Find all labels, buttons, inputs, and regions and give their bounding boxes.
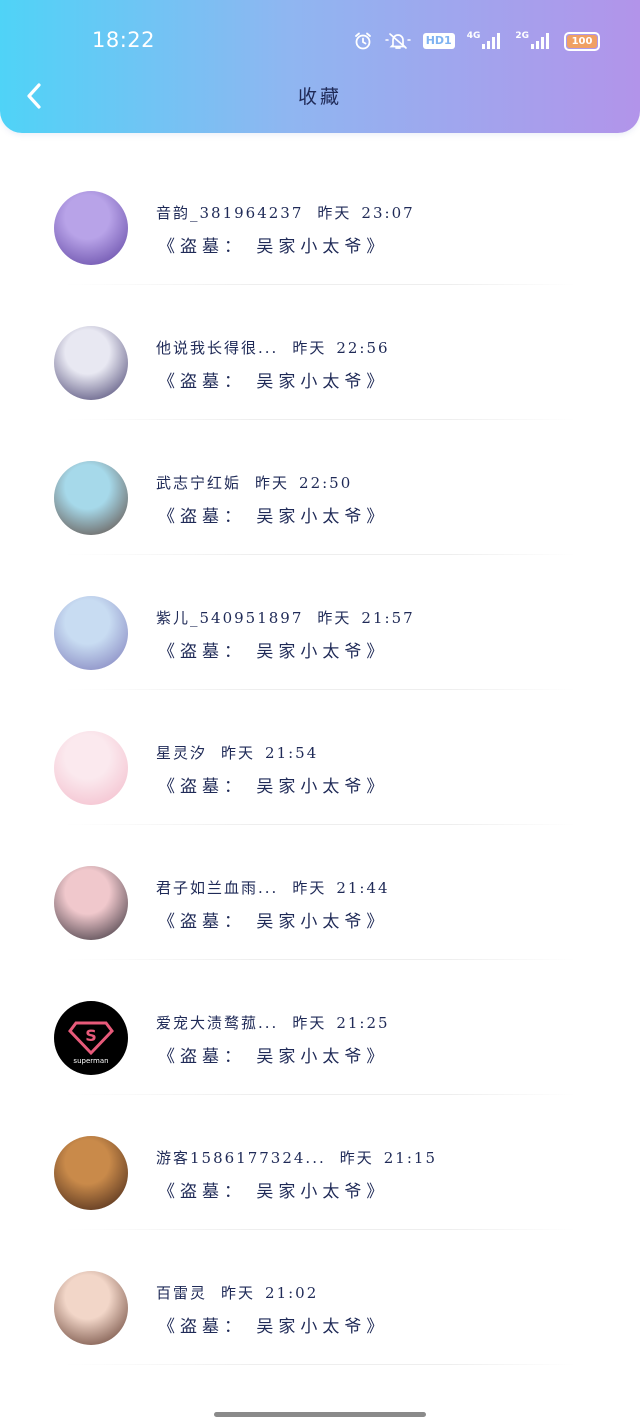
user-name: 君子如兰血雨... <box>156 879 279 897</box>
timestamp-time: 21:44 <box>336 879 390 897</box>
item-meta: 星灵汐 昨天 21:54 <box>156 742 318 763</box>
timestamp-date: 昨天 <box>292 339 327 357</box>
book-title: 《盗墓： 吴家小太爷》 <box>158 642 389 662</box>
item-meta: 游客1586177324... 昨天 21:15 <box>156 1147 437 1168</box>
avatar[interactable] <box>54 1136 128 1210</box>
user-name: 音韵_381964237 <box>156 204 304 222</box>
status-time: 18:22 <box>92 28 156 52</box>
timestamp: 昨天 21:25 <box>292 1012 389 1033</box>
favorites-list: 音韵_381964237 昨天 23:07 《盗墓： 吴家小太爷》 他说我长得很... 昨… <box>0 150 640 1365</box>
divider <box>0 1364 640 1365</box>
list-item[interactable]: 百雷灵 昨天 21:02 《盗墓： 吴家小太爷》 <box>0 1230 640 1365</box>
alarm-icon <box>353 31 373 51</box>
favorites-page: 18:22 HD1 4G 2G 100 收藏 音韵_381964237 昨天 2… <box>0 0 640 1422</box>
timestamp: 昨天 21:54 <box>221 742 318 763</box>
avatar[interactable] <box>54 1271 128 1345</box>
list-item[interactable]: Ssuperman 爱宠大渍鹜菰... 昨天 21:25 《盗墓： 吴家小太爷》 <box>0 960 640 1095</box>
avatar[interactable] <box>54 866 128 940</box>
item-meta: 紫儿_540951897 昨天 21:57 <box>156 607 415 628</box>
list-item[interactable]: 星灵汐 昨天 21:54 《盗墓： 吴家小太爷》 <box>0 690 640 825</box>
user-name: 他说我长得很... <box>156 339 279 357</box>
timestamp: 昨天 23:07 <box>317 202 414 223</box>
user-name: 游客1586177324... <box>156 1149 326 1167</box>
nav-bar: 收藏 <box>0 72 640 120</box>
list-item[interactable]: 君子如兰血雨... 昨天 21:44 《盗墓： 吴家小太爷》 <box>0 825 640 960</box>
timestamp: 昨天 21:15 <box>340 1147 437 1168</box>
status-icons: HD1 4G 2G 100 <box>353 30 600 52</box>
page-title: 收藏 <box>297 86 342 108</box>
list-item[interactable]: 游客1586177324... 昨天 21:15 《盗墓： 吴家小太爷》 <box>0 1095 640 1230</box>
item-meta: 君子如兰血雨... 昨天 21:44 <box>156 877 390 898</box>
book-title: 《盗墓： 吴家小太爷》 <box>158 237 389 257</box>
timestamp-time: 21:54 <box>265 744 319 762</box>
signal-4g-label: 4G <box>466 31 481 41</box>
timestamp-time: 21:02 <box>265 1284 319 1302</box>
item-meta: 他说我长得很... 昨天 22:56 <box>156 337 390 358</box>
item-meta: 爱宠大渍鹜菰... 昨天 21:25 <box>156 1012 390 1033</box>
svg-text:S: S <box>85 1026 97 1045</box>
timestamp-date: 昨天 <box>339 1149 374 1167</box>
battery-icon: 100 <box>564 31 600 51</box>
header: 18:22 HD1 4G 2G 100 收藏 <box>0 0 640 133</box>
mute-bell-icon <box>384 31 411 51</box>
user-name: 紫儿_540951897 <box>156 609 304 627</box>
timestamp: 昨天 21:44 <box>292 877 389 898</box>
user-name: 百雷灵 <box>156 1284 208 1302</box>
timestamp-date: 昨天 <box>255 474 290 492</box>
timestamp-date: 昨天 <box>292 1014 327 1032</box>
timestamp: 昨天 21:57 <box>317 607 414 628</box>
list-item[interactable]: 武志宁红姤 昨天 22:50 《盗墓： 吴家小太爷》 <box>0 420 640 555</box>
item-meta: 武志宁红姤 昨天 22:50 <box>156 472 352 493</box>
user-name: 星灵汐 <box>156 744 208 762</box>
avatar[interactable]: Ssuperman <box>54 1001 128 1075</box>
timestamp-time: 21:15 <box>383 1149 437 1167</box>
signal-2g-icon: 2G <box>515 31 552 51</box>
book-title: 《盗墓： 吴家小太爷》 <box>158 1182 389 1202</box>
status-bar: 18:22 HD1 4G 2G 100 <box>0 22 640 62</box>
timestamp-time: 21:57 <box>361 609 415 627</box>
timestamp: 昨天 21:02 <box>221 1282 318 1303</box>
timestamp-date: 昨天 <box>221 1284 256 1302</box>
timestamp-time: 21:25 <box>336 1014 390 1032</box>
item-meta: 音韵_381964237 昨天 23:07 <box>156 202 415 223</box>
book-title: 《盗墓： 吴家小太爷》 <box>158 777 389 797</box>
avatar-text: superman <box>73 1057 108 1065</box>
avatar[interactable] <box>54 596 128 670</box>
timestamp-date: 昨天 <box>292 879 327 897</box>
timestamp-time: 22:56 <box>336 339 390 357</box>
timestamp-time: 22:50 <box>299 474 353 492</box>
timestamp: 昨天 22:56 <box>292 337 389 358</box>
user-name: 爱宠大渍鹜菰... <box>156 1014 279 1032</box>
item-meta: 百雷灵 昨天 21:02 <box>156 1282 318 1303</box>
book-title: 《盗墓： 吴家小太爷》 <box>158 372 389 392</box>
list-item[interactable]: 紫儿_540951897 昨天 21:57 《盗墓： 吴家小太爷》 <box>0 555 640 690</box>
home-indicator[interactable] <box>214 1412 426 1417</box>
user-name: 武志宁红姤 <box>156 474 242 492</box>
timestamp: 昨天 22:50 <box>255 472 352 493</box>
timestamp-date: 昨天 <box>317 609 352 627</box>
avatar[interactable] <box>54 326 128 400</box>
book-title: 《盗墓： 吴家小太爷》 <box>158 912 389 932</box>
avatar[interactable] <box>54 461 128 535</box>
battery-level: 100 <box>571 35 593 47</box>
hd-badge: HD1 <box>422 33 455 49</box>
list-item[interactable]: 音韵_381964237 昨天 23:07 《盗墓： 吴家小太爷》 <box>0 150 640 285</box>
signal-2g-label: 2G <box>515 31 529 41</box>
book-title: 《盗墓： 吴家小太爷》 <box>158 1047 389 1067</box>
list-item[interactable]: 他说我长得很... 昨天 22:56 《盗墓： 吴家小太爷》 <box>0 285 640 420</box>
avatar[interactable] <box>54 191 128 265</box>
avatar[interactable] <box>54 731 128 805</box>
book-title: 《盗墓： 吴家小太爷》 <box>158 507 389 527</box>
book-title: 《盗墓： 吴家小太爷》 <box>158 1317 389 1337</box>
timestamp-date: 昨天 <box>317 204 352 222</box>
timestamp-date: 昨天 <box>221 744 256 762</box>
timestamp-time: 23:07 <box>361 204 415 222</box>
signal-4g-icon: 4G <box>467 31 504 51</box>
